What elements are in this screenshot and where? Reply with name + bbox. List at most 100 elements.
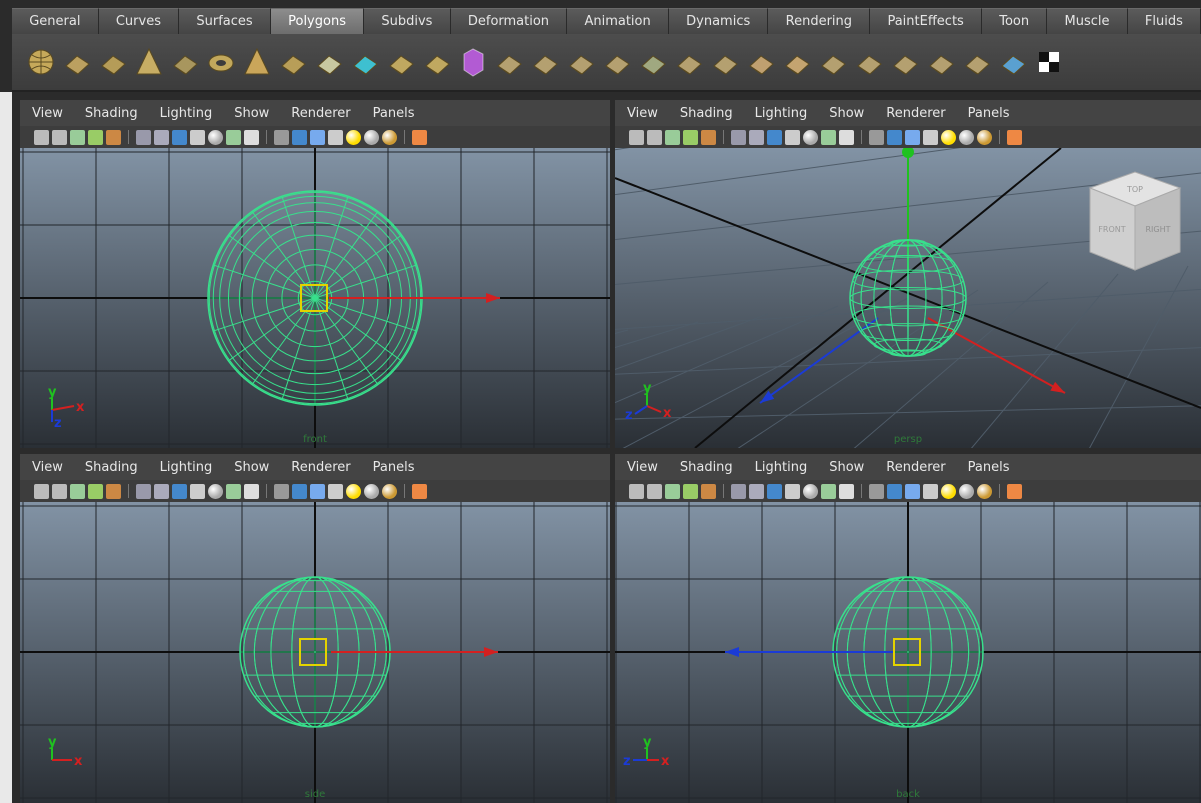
panel-tool-icon[interactable] — [701, 483, 716, 499]
shelf-tab-curves[interactable]: Curves — [98, 8, 180, 34]
panel-menu-view[interactable]: View — [627, 460, 658, 475]
panel-tool-icon[interactable] — [346, 483, 361, 499]
bevel-icon[interactable] — [674, 44, 705, 80]
panel-tool-icon[interactable] — [52, 129, 67, 145]
panel-menu-lighting[interactable]: Lighting — [160, 460, 213, 475]
panel-tool-icon[interactable] — [172, 129, 187, 145]
panel-tool-icon[interactable] — [328, 483, 343, 499]
chamfer-icon[interactable] — [818, 44, 849, 80]
panel-menu-show[interactable]: Show — [234, 106, 269, 121]
panel-menu-lighting[interactable]: Lighting — [755, 106, 808, 121]
panel-tool-icon[interactable] — [274, 129, 289, 145]
sphere-icon[interactable] — [26, 44, 57, 80]
panel-tool-icon[interactable] — [923, 483, 938, 499]
panel-tool-icon[interactable] — [226, 129, 241, 145]
cube-icon[interactable] — [62, 44, 93, 80]
panel-tool-icon[interactable] — [106, 483, 121, 499]
panel-tool-icon[interactable] — [190, 483, 205, 499]
panel-tool-icon[interactable] — [629, 129, 644, 145]
soccer-ball-icon[interactable] — [314, 44, 345, 80]
panel-tool-icon[interactable] — [683, 483, 698, 499]
panel-tool-icon[interactable] — [839, 129, 854, 145]
panel-tool-icon[interactable] — [382, 483, 397, 499]
shelf-tab-general[interactable]: General — [12, 8, 99, 34]
panel-tool-icon[interactable] — [346, 129, 361, 145]
plane-icon[interactable] — [170, 44, 201, 80]
panel-tool-icon[interactable] — [364, 483, 379, 499]
shelf-tab-muscle[interactable]: Muscle — [1047, 8, 1128, 34]
shelf-tab-toon[interactable]: Toon — [982, 8, 1048, 34]
panel-tool-icon[interactable] — [172, 483, 187, 499]
view-cube[interactable]: TOP FRONT RIGHT — [1088, 171, 1182, 271]
panel-tool-icon[interactable] — [767, 483, 782, 499]
uv-map-icon[interactable] — [998, 44, 1029, 80]
panel-menu-view[interactable]: View — [627, 106, 658, 121]
panel-tool-icon[interactable] — [821, 129, 836, 145]
shelf-tab-polygons[interactable]: Polygons — [270, 8, 365, 34]
viewport-canvas[interactable]: y z x back — [615, 502, 1201, 803]
panel-menu-view[interactable]: View — [32, 106, 63, 121]
panel-menu-shading[interactable]: Shading — [680, 106, 733, 121]
panel-tool-icon[interactable] — [941, 483, 956, 499]
paint-weights-icon[interactable] — [962, 44, 993, 80]
panel-tool-icon[interactable] — [749, 483, 764, 499]
separate-icon[interactable] — [350, 44, 381, 80]
panel-menu-view[interactable]: View — [32, 460, 63, 475]
panel-menu-renderer[interactable]: Renderer — [886, 106, 945, 121]
panel-tool-icon[interactable] — [208, 483, 223, 499]
cone-icon[interactable] — [134, 44, 165, 80]
panel-tool-icon[interactable] — [310, 129, 325, 145]
bridge-icon[interactable] — [746, 44, 777, 80]
collapse-icon[interactable] — [854, 44, 885, 80]
persp-panel[interactable]: View Shading Lighting Show Renderer Panels TOP… — [615, 100, 1201, 448]
panel-menu-panels[interactable]: Panels — [968, 106, 1010, 121]
shelf-tab-painteffects[interactable]: PaintEffects — [870, 8, 983, 34]
panel-tool-icon[interactable] — [328, 129, 343, 145]
panel-tool-icon[interactable] — [154, 129, 169, 145]
smooth-icon[interactable] — [422, 44, 453, 80]
panel-tool-icon[interactable] — [274, 483, 289, 499]
panel-tool-icon[interactable] — [52, 483, 67, 499]
torus-icon[interactable] — [206, 44, 237, 80]
panel-tool-icon[interactable] — [701, 129, 716, 145]
panel-menu-panels[interactable]: Panels — [373, 460, 415, 475]
panel-tool-icon[interactable] — [977, 483, 992, 499]
viewport-canvas[interactable]: y x z front — [20, 148, 610, 448]
side-panel[interactable]: View Shading Lighting Show Renderer Panels y x s… — [20, 454, 610, 803]
viewport-canvas[interactable]: y x side — [20, 502, 610, 803]
panel-tool-icon[interactable] — [364, 129, 379, 145]
panel-tool-icon[interactable] — [923, 129, 938, 145]
panel-tool-icon[interactable] — [731, 129, 746, 145]
panel-tool-icon[interactable] — [731, 483, 746, 499]
panel-menu-shading[interactable]: Shading — [85, 460, 138, 475]
panel-tool-icon[interactable] — [70, 483, 85, 499]
shelf-tab-fluids[interactable]: Fluids — [1127, 8, 1201, 34]
panel-tool-icon[interactable] — [292, 483, 307, 499]
panel-tool-icon[interactable] — [136, 483, 151, 499]
panel-menu-renderer[interactable]: Renderer — [886, 460, 945, 475]
panel-menu-show[interactable]: Show — [234, 460, 269, 475]
panel-menu-renderer[interactable]: Renderer — [291, 460, 350, 475]
panel-tool-icon[interactable] — [154, 483, 169, 499]
panel-tool-icon[interactable] — [412, 483, 427, 499]
panel-tool-icon[interactable] — [244, 483, 259, 499]
panel-tool-icon[interactable] — [869, 129, 884, 145]
panel-tool-icon[interactable] — [977, 129, 992, 145]
panel-tool-icon[interactable] — [905, 483, 920, 499]
panel-tool-icon[interactable] — [803, 483, 818, 499]
panel-tool-icon[interactable] — [839, 483, 854, 499]
panel-tool-icon[interactable] — [749, 129, 764, 145]
pipe-icon[interactable] — [278, 44, 309, 80]
panel-menu-shading[interactable]: Shading — [85, 106, 138, 121]
panel-tool-icon[interactable] — [959, 483, 974, 499]
panel-tool-icon[interactable] — [665, 129, 680, 145]
panel-tool-icon[interactable] — [310, 483, 325, 499]
panel-tool-icon[interactable] — [106, 129, 121, 145]
panel-menu-panels[interactable]: Panels — [373, 106, 415, 121]
panel-tool-icon[interactable] — [88, 483, 103, 499]
panel-tool-icon[interactable] — [34, 129, 49, 145]
panel-tool-icon[interactable] — [785, 483, 800, 499]
pyramid-icon[interactable] — [242, 44, 273, 80]
view-cube-top-label[interactable]: TOP — [1126, 185, 1143, 194]
panel-tool-icon[interactable] — [292, 129, 307, 145]
